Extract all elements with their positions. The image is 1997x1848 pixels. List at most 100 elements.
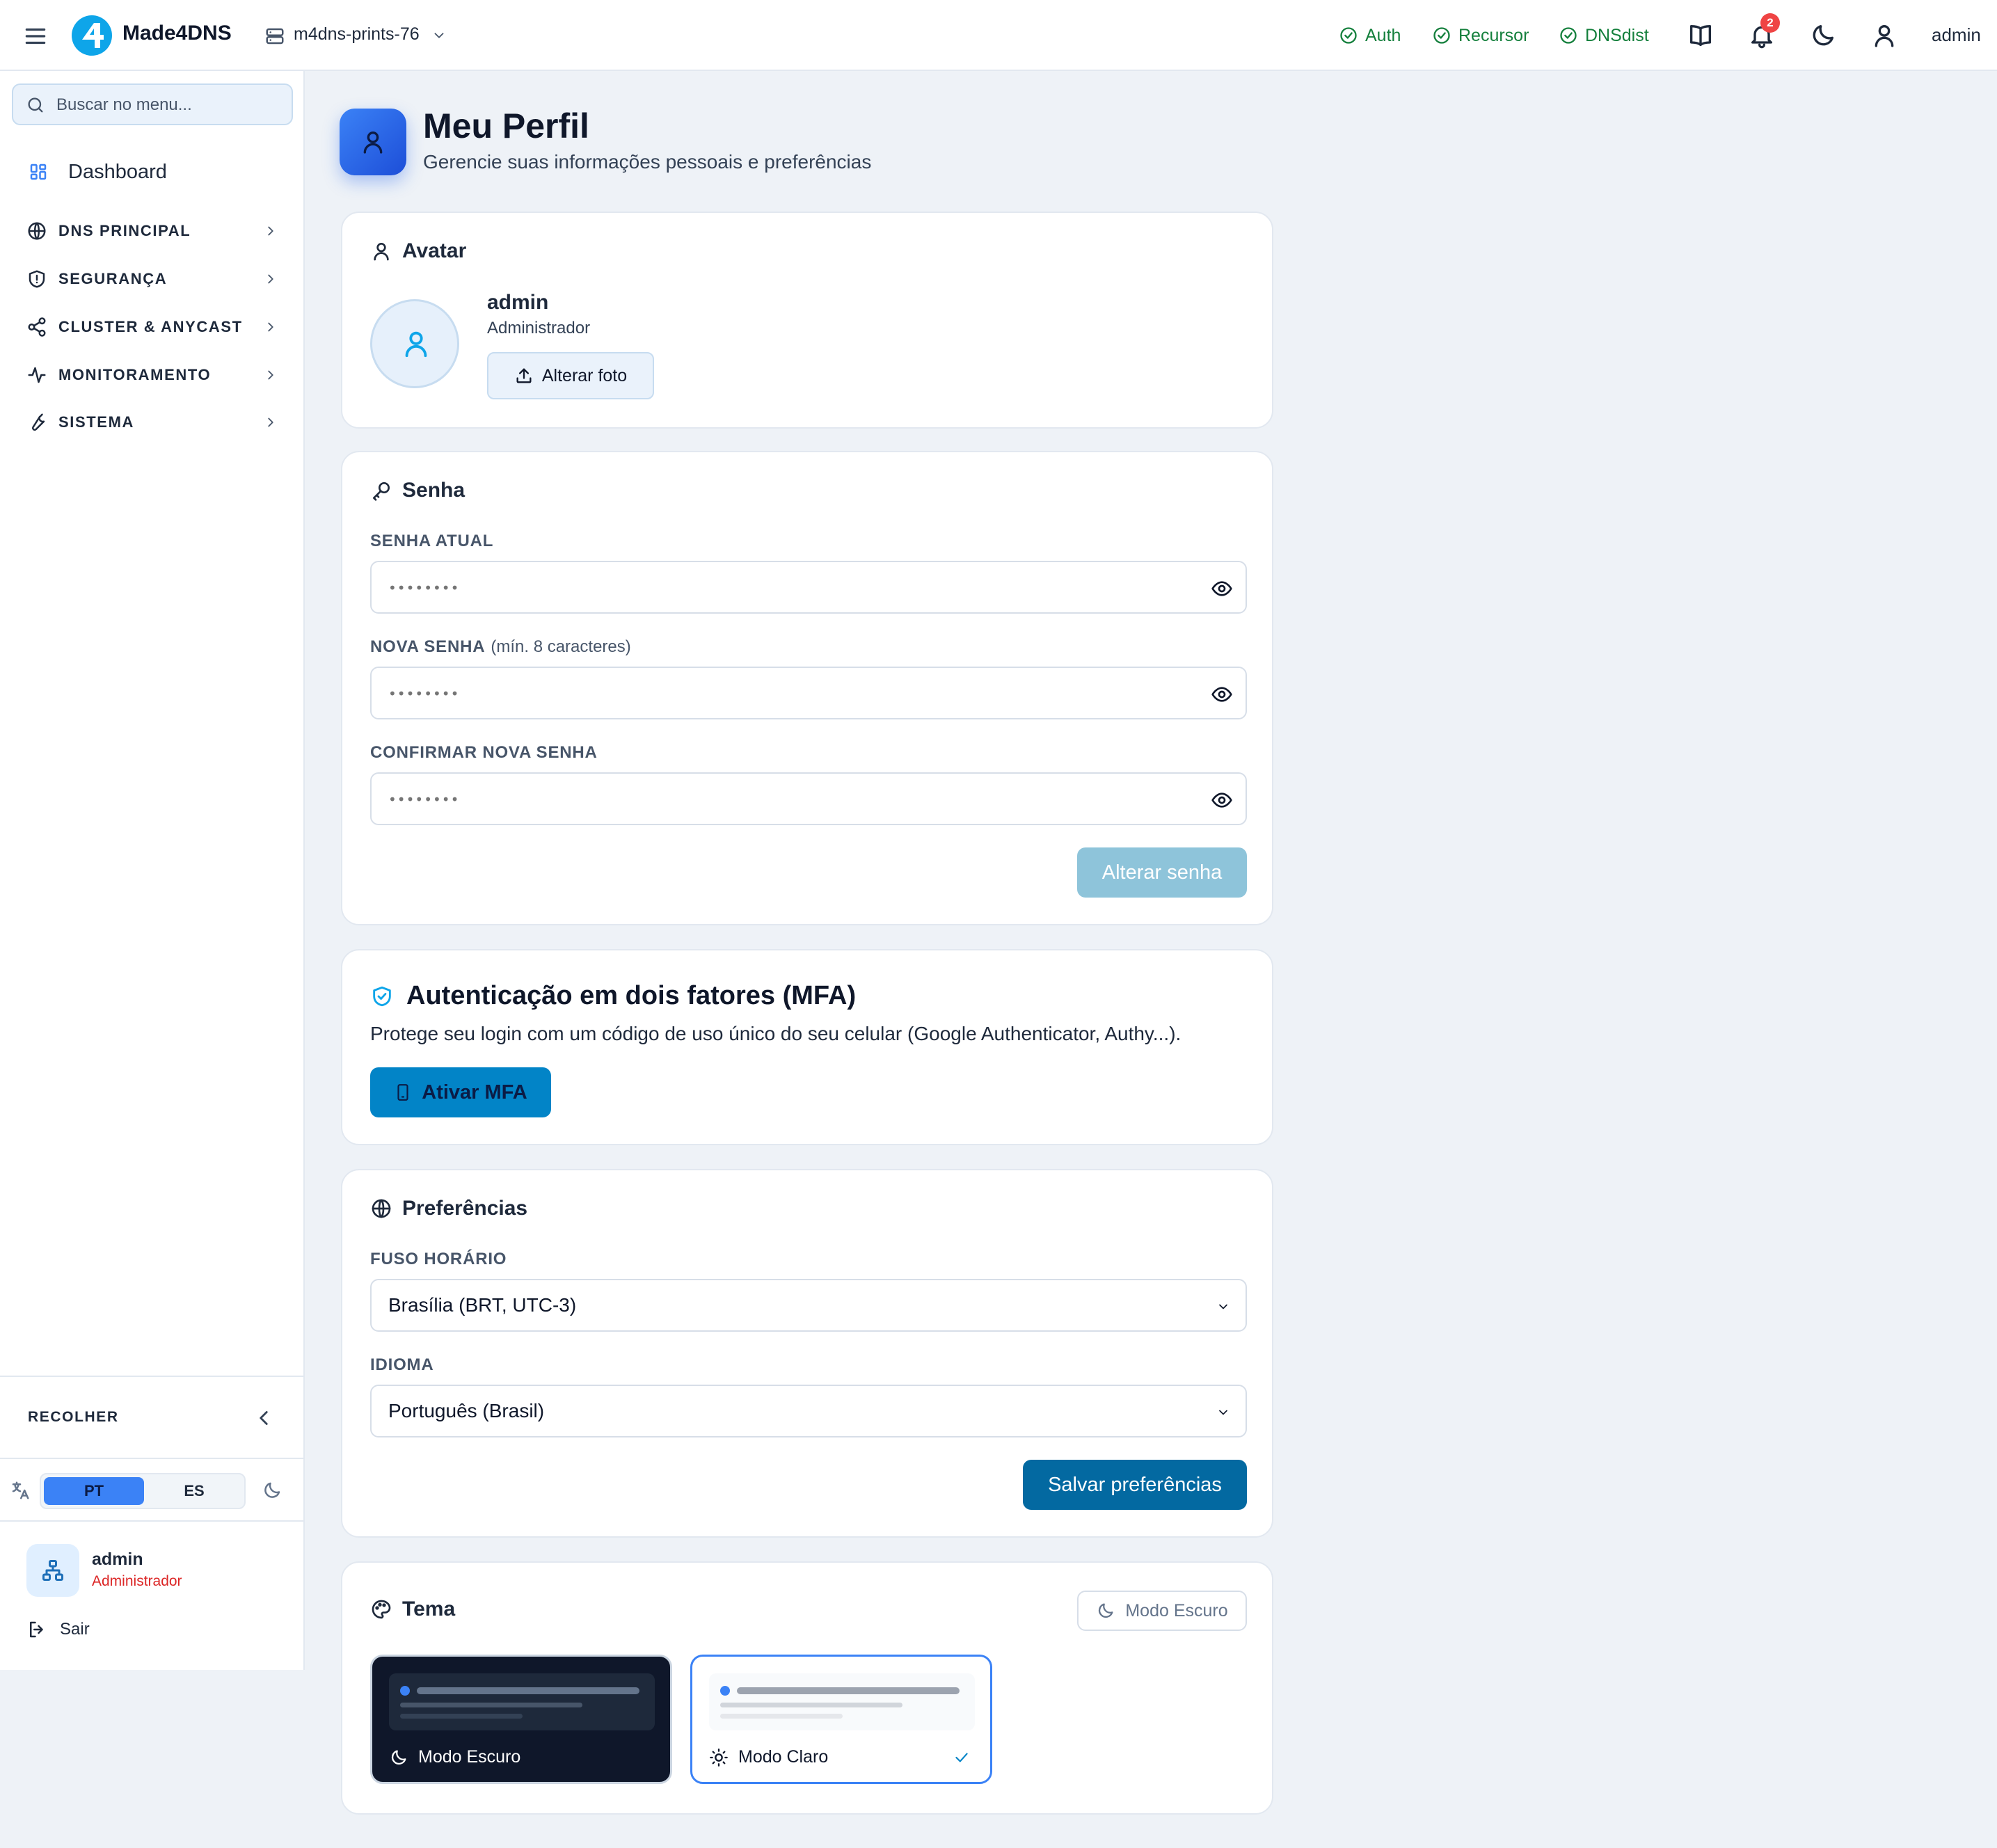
logout-button[interactable]: Sair (26, 1619, 90, 1640)
chevron-down-icon (1219, 1304, 1227, 1309)
preview-line (400, 1714, 523, 1719)
service-status-recursor[interactable]: Recursor (1432, 24, 1529, 47)
profile-name: admin (487, 291, 549, 314)
card-title: Preferências (370, 1197, 527, 1220)
book-icon[interactable] (1687, 22, 1714, 49)
card-title-text: Tema (402, 1598, 456, 1620)
sidebar-user-name: admin (92, 1550, 143, 1569)
enable-mfa-button[interactable]: Ativar MFA (370, 1067, 551, 1117)
palette-icon (372, 1600, 391, 1619)
menu-icon[interactable] (22, 23, 49, 49)
dark-mode-toggle[interactable]: Modo Escuro (1077, 1591, 1247, 1631)
preview-line (737, 1687, 960, 1694)
sidebar-section-dns-principal[interactable]: DNS PRINCIPAL (26, 214, 278, 248)
language-pt[interactable]: PT (44, 1477, 144, 1505)
shield-icon (29, 270, 45, 288)
made4dns-logo[interactable] (71, 15, 113, 56)
notification-badge: 2 (1760, 13, 1780, 33)
activity-icon (28, 367, 46, 383)
chevron-right-icon (268, 226, 273, 236)
chevron-left-icon (260, 1411, 268, 1425)
current-password-field[interactable] (370, 561, 1247, 614)
sidebar-user: admin Administrador Sair (0, 1522, 305, 1668)
chevron-down-icon[interactable] (431, 28, 447, 43)
eye-icon[interactable] (1211, 789, 1233, 811)
confirm-password-input[interactable] (388, 788, 1182, 811)
collapse-sidebar[interactable]: RECOLHER (0, 1376, 305, 1459)
eye-icon[interactable] (1211, 683, 1233, 706)
moon-icon[interactable] (1809, 22, 1837, 49)
sun-icon (710, 1748, 728, 1767)
sidebar-user-role: Administrador (92, 1573, 182, 1589)
card-title-text: Avatar (402, 239, 467, 262)
moon-icon[interactable] (262, 1480, 283, 1501)
new-password-input[interactable] (388, 682, 1182, 706)
theme-option-text: Modo Escuro (418, 1747, 521, 1767)
sidebar-section-seguranca[interactable]: SEGURANÇA (26, 262, 278, 296)
timezone-select[interactable]: Brasília (BRT, UTC-3) (370, 1279, 1247, 1332)
chevron-right-icon (268, 274, 273, 284)
smartphone-icon (397, 1084, 408, 1101)
share-icon (28, 317, 46, 337)
current-password-label: SENHA ATUAL (370, 532, 494, 550)
language-row: PT ES (0, 1459, 305, 1522)
language-label: IDIOMA (370, 1355, 434, 1374)
moon-icon (391, 1750, 406, 1765)
change-photo-button[interactable]: Alterar foto (487, 352, 654, 399)
save-preferences-button[interactable]: Salvar preferências (1023, 1460, 1247, 1510)
logout-icon (30, 1621, 43, 1638)
page-subtitle: Gerencie suas informações pessoais e pre… (423, 151, 872, 173)
sidebar-section-cluster-anycast[interactable]: CLUSTER & ANYCAST (26, 310, 278, 344)
timezone-value: Brasília (BRT, UTC-3) (388, 1294, 577, 1316)
user-menu[interactable]: admin (1932, 24, 1981, 46)
avatar (26, 1544, 79, 1597)
avatar (370, 299, 459, 388)
theme-option-dark[interactable]: Modo Escuro (370, 1655, 672, 1784)
sidebar-section-sistema[interactable]: SISTEMA (26, 406, 278, 439)
user-icon[interactable] (1870, 22, 1898, 49)
new-password-hint: (mín. 8 caracteres) (491, 637, 631, 656)
check-circle-icon (1340, 27, 1357, 44)
user-icon (405, 331, 427, 358)
confirm-password-field[interactable] (370, 772, 1247, 825)
card-title-text: Preferências (402, 1197, 528, 1220)
theme-option-light[interactable]: Modo Claro (690, 1655, 992, 1784)
moon-icon (1099, 1603, 1113, 1618)
sidebar: Dashboard DNS PRINCIPAL SEGURANÇA CLUSTE… (0, 71, 305, 1670)
menu-search[interactable] (12, 83, 293, 125)
sidebar-item-dashboard[interactable]: Dashboard (28, 154, 167, 189)
change-password-button[interactable]: Alterar senha (1077, 847, 1247, 898)
language-es[interactable]: ES (144, 1477, 244, 1505)
grid-icon (30, 164, 47, 180)
service-status-auth[interactable]: Auth (1339, 24, 1401, 47)
sidebar-section-label: CLUSTER & ANYCAST (58, 318, 243, 335)
sidebar-section-monitoramento[interactable]: MONITORAMENTO (26, 358, 278, 392)
mfa-title: Autenticação em dois fatores (MFA) (370, 981, 856, 1011)
preview-dot (720, 1686, 730, 1696)
language-select[interactable]: Português (Brasil) (370, 1385, 1247, 1437)
server-icon (264, 26, 285, 47)
preview-line (720, 1714, 843, 1719)
sidebar-item-label: Dashboard (68, 160, 167, 183)
user-icon (363, 132, 383, 154)
instance-selector[interactable]: m4dns-prints-76 (294, 24, 420, 45)
profile-header-icon (340, 109, 406, 175)
password-card: Senha SENHA ATUAL NOVA SENHA (mín. 8 cara… (341, 451, 1273, 925)
preview-line (720, 1703, 902, 1707)
service-label: DNSdist (1585, 25, 1649, 45)
user-icon (374, 243, 389, 261)
theme-card: Tema Modo Escuro Modo Escuro Modo Claro (341, 1561, 1273, 1815)
eye-icon[interactable] (1211, 578, 1233, 600)
new-password-label: NOVA SENHA (mín. 8 caracteres) (370, 637, 631, 657)
chevron-right-icon (268, 370, 273, 380)
dark-mode-toggle-label: Modo Escuro (1125, 1600, 1228, 1620)
search-input[interactable] (56, 93, 279, 117)
theme-option-label: Modo Claro (709, 1747, 828, 1767)
current-password-input[interactable] (388, 576, 1182, 600)
card-title-text: Senha (402, 479, 466, 502)
card-title: Avatar (370, 239, 466, 263)
top-bar: Made4DNS m4dns-prints-76 Auth Recursor D… (0, 0, 1997, 71)
new-password-field[interactable] (370, 667, 1247, 719)
service-status-dnsdist[interactable]: DNSdist (1559, 24, 1649, 47)
theme-option-label: Modo Escuro (389, 1747, 520, 1767)
